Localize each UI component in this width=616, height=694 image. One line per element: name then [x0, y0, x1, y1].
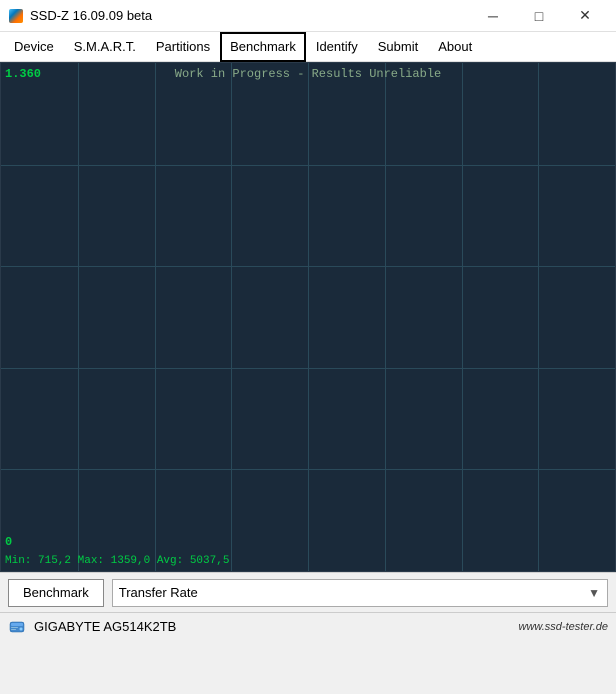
status-bar: GIGABYTE AG514K2TB www.ssd-tester.de — [0, 612, 616, 640]
website-text: www.ssd-tester.de — [519, 621, 608, 633]
title-bar: SSD-Z 16.09.09 beta ─ □ ✕ — [0, 0, 616, 32]
tab-partitions[interactable]: Partitions — [146, 32, 220, 62]
transfer-rate-dropdown[interactable]: Transfer Rate Random Read Random Write A… — [112, 579, 608, 607]
chart-stats: Min: 715,2 Max: 1359,0 Avg: 5037,5 — [5, 555, 229, 567]
tab-about[interactable]: About — [428, 32, 482, 62]
minimize-button[interactable]: ─ — [470, 0, 516, 32]
drive-svg — [9, 619, 25, 635]
drive-icon — [8, 618, 26, 636]
app-title: SSD-Z 16.09.09 beta — [30, 8, 152, 23]
chart-bottom-value: 0 — [5, 535, 12, 549]
benchmark-chart: 1.360 Work in Progress - Results Unrelia… — [0, 62, 616, 572]
tab-device[interactable]: Device — [4, 32, 64, 62]
bottom-controls: Benchmark Transfer Rate Random Read Rand… — [0, 572, 616, 612]
tab-benchmark[interactable]: Benchmark — [220, 32, 306, 62]
benchmark-button[interactable]: Benchmark — [8, 579, 104, 607]
maximize-button[interactable]: □ — [516, 0, 562, 32]
tab-smart[interactable]: S.M.A.R.T. — [64, 32, 146, 62]
device-name: GIGABYTE AG514K2TB — [34, 619, 511, 634]
tab-submit[interactable]: Submit — [368, 32, 428, 62]
tab-identify[interactable]: Identify — [306, 32, 368, 62]
chart-status-text: Work in Progress - Results Unreliable — [175, 67, 441, 81]
app-icon — [8, 8, 24, 24]
close-button[interactable]: ✕ — [562, 0, 608, 32]
transfer-rate-dropdown-wrapper: Transfer Rate Random Read Random Write A… — [112, 579, 608, 607]
title-bar-controls: ─ □ ✕ — [470, 0, 608, 32]
chart-top-value: 1.360 — [5, 67, 41, 81]
menu-bar: Device S.M.A.R.T. Partitions Benchmark I… — [0, 32, 616, 62]
chart-grid — [1, 63, 615, 571]
title-bar-left: SSD-Z 16.09.09 beta — [8, 8, 152, 24]
